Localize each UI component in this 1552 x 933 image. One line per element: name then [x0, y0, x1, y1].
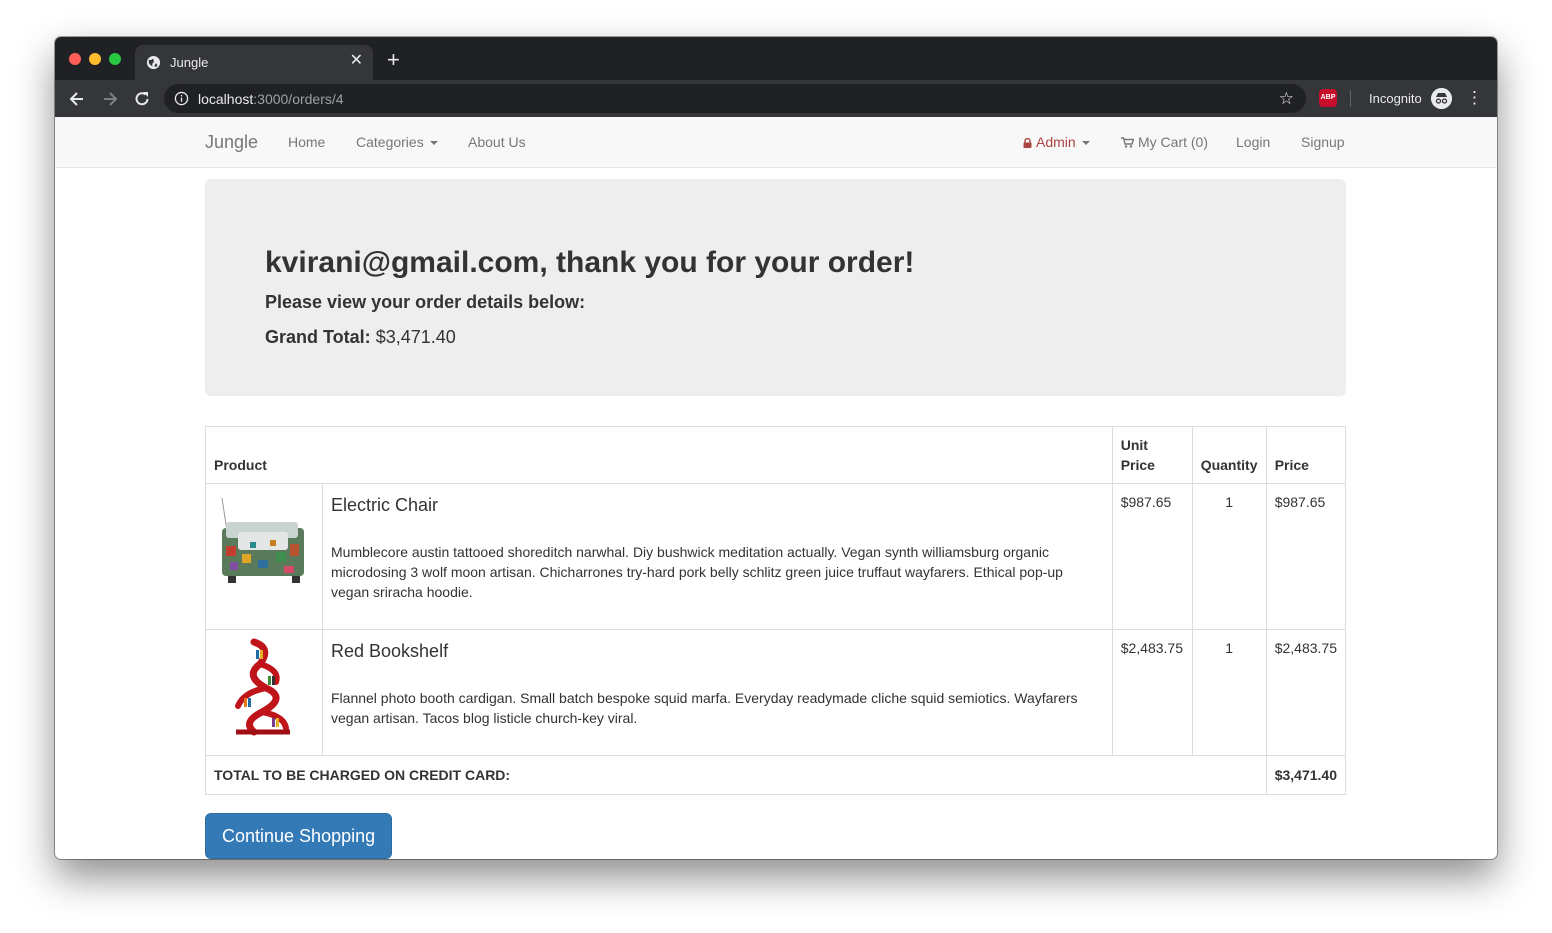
price-column-header: Price: [1265, 426, 1347, 484]
quantity-cell: 1: [1191, 629, 1267, 756]
product-info-cell: Red Bookshelf Flannel photo booth cardig…: [322, 629, 1113, 756]
order-total-row: TOTAL TO BE CHARGED ON CREDIT CARD: $3,4…: [205, 755, 1347, 795]
order-items-table: Product Unit Price Quantity Price Electr…: [205, 426, 1347, 795]
new-tab-icon[interactable]: +: [387, 49, 400, 71]
brand-link[interactable]: Jungle: [205, 132, 258, 153]
url-path: :3000/orders/4: [253, 91, 344, 107]
nav-login-link[interactable]: Login: [1236, 134, 1270, 150]
product-description: Flannel photo booth cardigan. Small batc…: [331, 690, 1078, 726]
order-details-subheading: Please view your order details below:: [265, 292, 586, 312]
back-arrow-icon[interactable]: [67, 89, 87, 109]
order-total-label: TOTAL TO BE CHARGED ON CREDIT CARD:: [205, 755, 1267, 795]
table-row: Electric Chair Mumblecore austin tattooe…: [205, 483, 1347, 630]
forward-arrow-icon[interactable]: [100, 89, 120, 109]
browser-menu-icon[interactable]: ⋮: [1466, 88, 1483, 108]
nav-admin-dropdown[interactable]: Admin: [1023, 134, 1090, 150]
table-header-row: Product Unit Price Quantity Price: [205, 426, 1347, 484]
toolbar-divider: [1350, 90, 1351, 107]
url-host: localhost: [198, 91, 254, 107]
caret-down-icon: [1081, 141, 1090, 146]
tab-strip: Jungle ✕ +: [55, 37, 1497, 80]
grand-total-value: $3,471.40: [375, 327, 456, 347]
maximize-window-button[interactable]: [109, 53, 121, 65]
nav-cart-label: My Cart (0): [1138, 134, 1208, 150]
url-text: localhost:3000/orders/4: [198, 91, 344, 107]
order-confirmation-banner: kvirani@gmail.com, thank you for your or…: [205, 179, 1346, 396]
globe-icon: [146, 55, 161, 70]
unit-price-cell: $2,483.75: [1111, 629, 1193, 756]
product-image-cell: [205, 483, 323, 630]
electric-chair-image: [221, 497, 304, 583]
close-tab-icon[interactable]: ✕: [350, 52, 363, 70]
site-navbar: Jungle Home Categories About Us Admin My…: [55, 117, 1497, 168]
product-column-header: Product: [205, 426, 1113, 484]
nav-cart-link[interactable]: My Cart (0): [1121, 134, 1208, 150]
minimize-window-button[interactable]: [89, 53, 101, 65]
product-name: Red Bookshelf: [331, 641, 449, 661]
thank-you-heading: kvirani@gmail.com, thank you for your or…: [265, 246, 915, 279]
nav-about-link[interactable]: About Us: [468, 134, 526, 150]
product-image-cell: [205, 629, 323, 756]
unit-price-cell: $987.65: [1111, 483, 1193, 630]
nav-home-link[interactable]: Home: [288, 134, 325, 150]
quantity-column-header: Quantity: [1191, 426, 1267, 484]
browser-toolbar: localhost:3000/orders/4 ☆ ABP Incognito …: [55, 80, 1497, 117]
grand-total: Grand Total: $3,471.40: [265, 323, 1286, 351]
address-bar[interactable]: localhost:3000/orders/4 ☆: [164, 84, 1306, 113]
adblock-extension-icon[interactable]: ABP: [1319, 89, 1337, 107]
red-bookshelf-image: [235, 638, 290, 736]
product-info-cell: Electric Chair Mumblecore austin tattooe…: [322, 483, 1113, 630]
order-page-content: kvirani@gmail.com, thank you for your or…: [205, 179, 1347, 859]
price-cell: $987.65: [1265, 483, 1347, 630]
lock-icon: [1023, 138, 1032, 148]
tab-title: Jungle: [170, 55, 209, 70]
nav-signup-link[interactable]: Signup: [1301, 134, 1345, 150]
nav-categories-dropdown[interactable]: Categories: [356, 134, 438, 150]
price-cell: $2,483.75: [1265, 629, 1347, 756]
quantity-cell: 1: [1191, 483, 1267, 630]
site-info-icon[interactable]: [174, 91, 189, 106]
unit-price-column-header: Unit Price: [1111, 426, 1193, 484]
bookmark-star-icon[interactable]: ☆: [1279, 89, 1294, 109]
product-name: Electric Chair: [331, 495, 439, 515]
reload-icon[interactable]: [132, 89, 152, 109]
close-window-button[interactable]: [69, 53, 81, 65]
nav-categories-label: Categories: [356, 134, 424, 150]
browser-tab[interactable]: Jungle ✕: [135, 45, 373, 80]
incognito-label: Incognito: [1369, 91, 1422, 106]
incognito-icon[interactable]: [1431, 88, 1452, 109]
order-total-value: $3,471.40: [1265, 755, 1347, 795]
continue-shopping-button[interactable]: Continue Shopping: [205, 813, 393, 859]
product-description: Mumblecore austin tattooed shoreditch na…: [331, 544, 1063, 600]
caret-down-icon: [429, 141, 438, 146]
nav-admin-label: Admin: [1036, 134, 1076, 150]
table-row: Red Bookshelf Flannel photo booth cardig…: [205, 629, 1347, 756]
browser-window: Jungle ✕ + localhost:3000/orders/4 ☆ ABP: [55, 37, 1497, 859]
grand-total-label: Grand Total:: [265, 327, 371, 347]
cart-icon: [1121, 137, 1134, 148]
